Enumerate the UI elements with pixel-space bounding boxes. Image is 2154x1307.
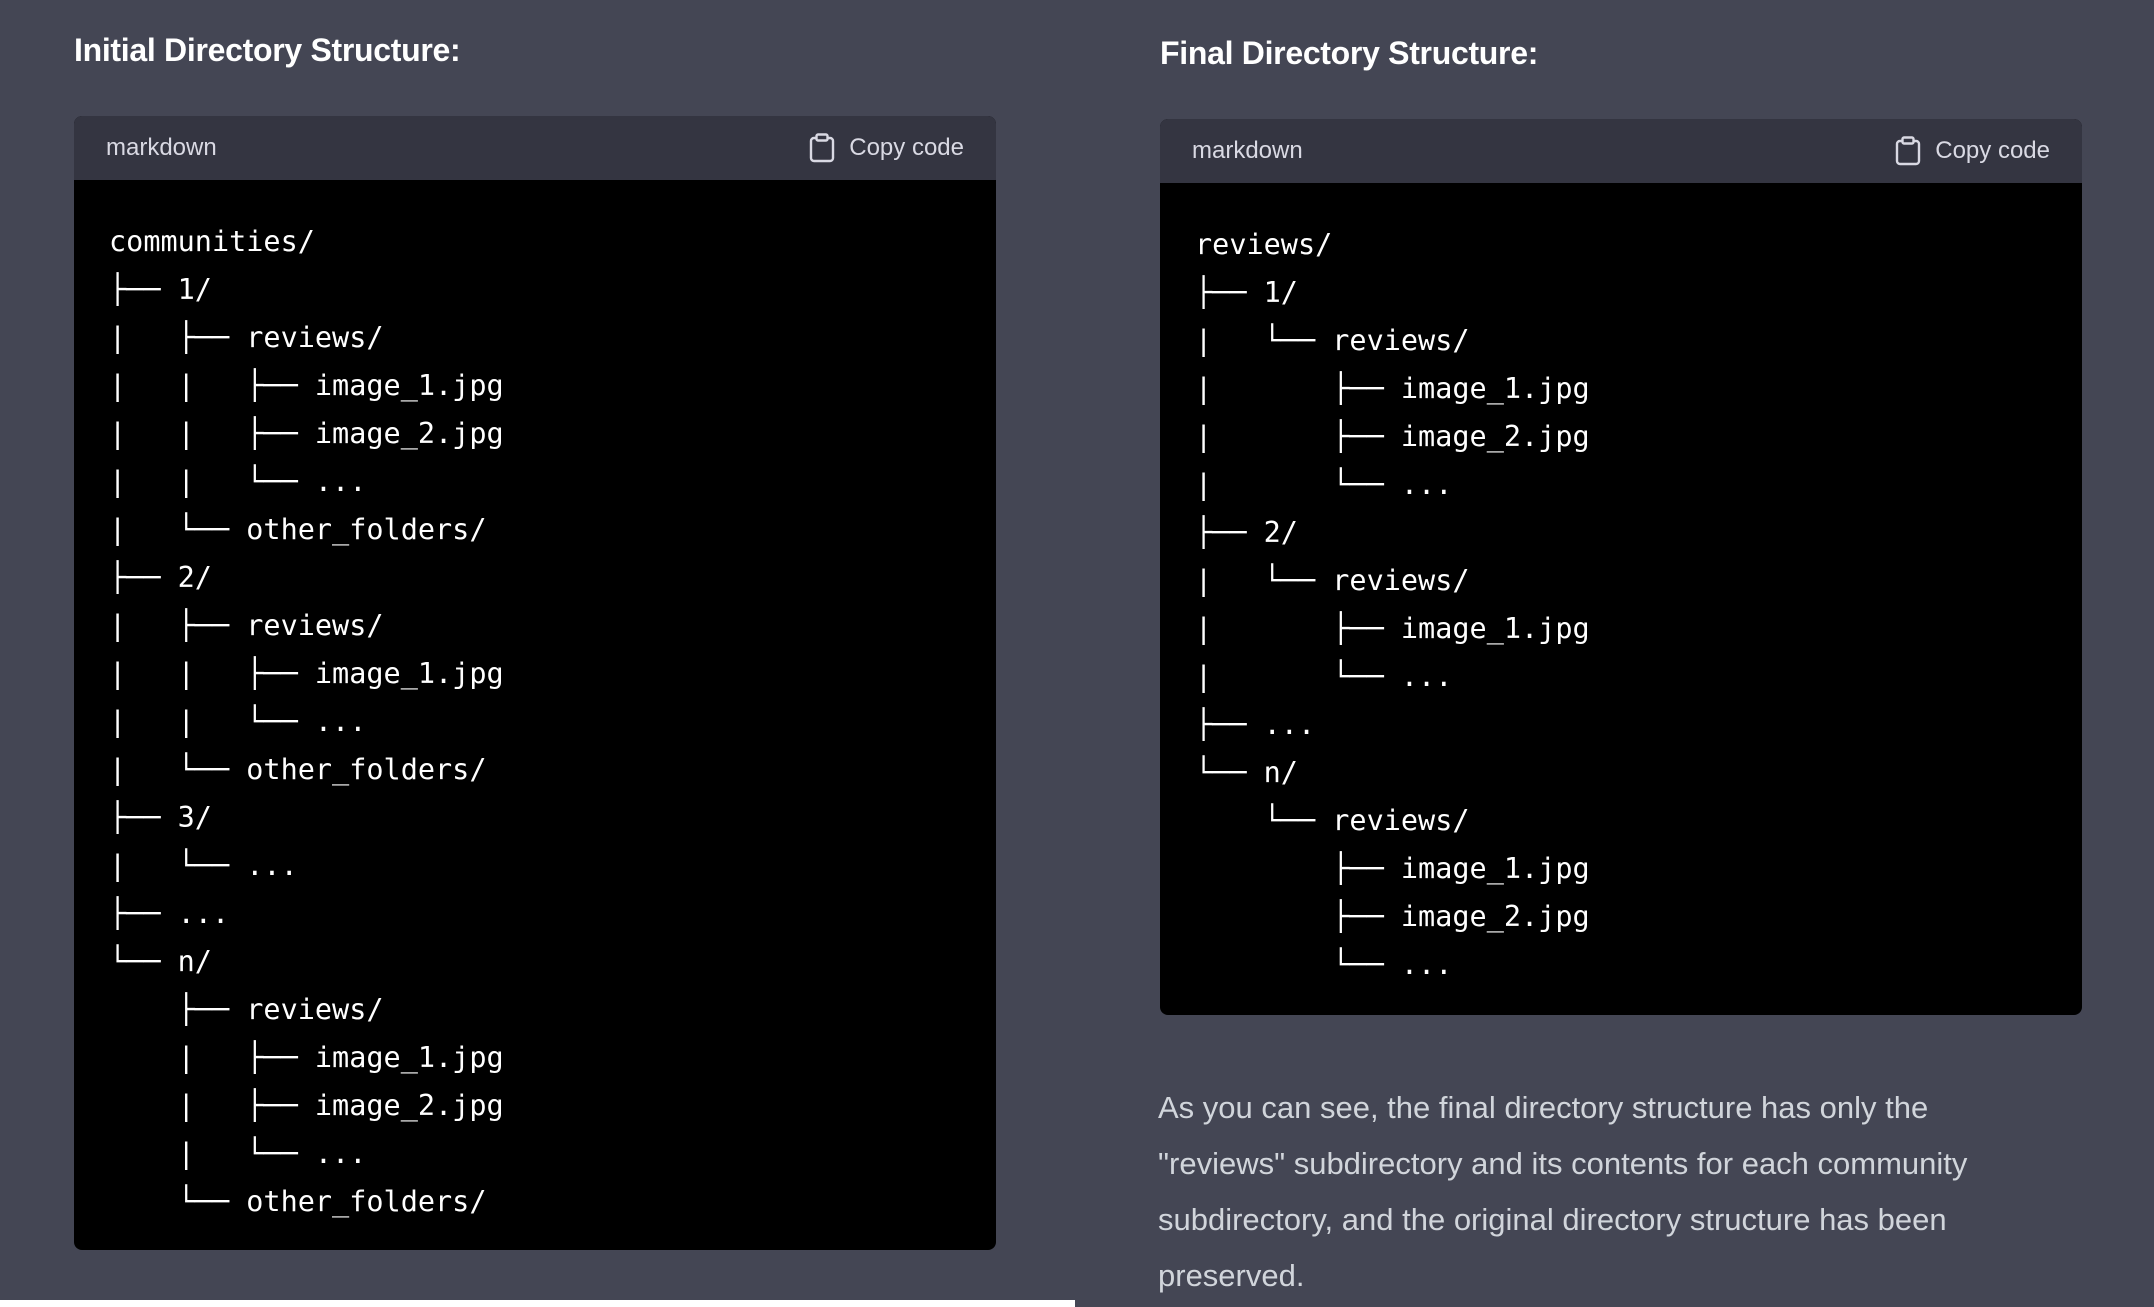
code-line: communities/ [109, 225, 315, 258]
copy-code-label: Copy code [1935, 137, 2050, 164]
code-line: | ├── image_2.jpg [1195, 420, 1590, 453]
code-line: └── n/ [1195, 756, 1298, 789]
code-language-label: markdown [1192, 137, 1303, 164]
code-line: ├── 2/ [1195, 516, 1298, 549]
code-line: | | ├── image_1.jpg [109, 657, 504, 690]
initial-structure-code-block: markdown Copy code communities/ ├── 1/ | ├… [74, 116, 996, 1250]
copy-code-button[interactable]: Copy code [1895, 136, 2050, 166]
code-line: | └── other_folders/ [109, 513, 487, 546]
code-line: | └── reviews/ [1195, 324, 1470, 357]
code-line: | ├── image_1.jpg [109, 1041, 504, 1074]
code-line: ├── 3/ [109, 801, 212, 834]
explanation-paragraph: As you can see, the final directory stru… [1158, 1090, 1968, 1293]
code-line: | ├── image_1.jpg [1195, 612, 1590, 645]
code-line: └── ... [1195, 948, 1453, 981]
code-line: ├── 1/ [1195, 276, 1298, 309]
code-line: | | ├── image_1.jpg [109, 369, 504, 402]
copy-code-button[interactable]: Copy code [809, 133, 964, 163]
code-line: ├── image_2.jpg [1195, 900, 1590, 933]
clipboard-icon [809, 133, 835, 163]
final-structure-code-block: markdown Copy code reviews/ ├── 1/ | └── r… [1160, 119, 2082, 1015]
code-line: ├── 2/ [109, 561, 212, 594]
code-line: | | └── ... [109, 465, 367, 498]
code-block-header: markdown Copy code [1160, 119, 2082, 183]
code-content: communities/ ├── 1/ | ├── reviews/ | | ├── … [74, 180, 996, 1226]
code-line: ├── ... [1195, 708, 1316, 741]
code-content: reviews/ ├── 1/ | └── reviews/ | ├── image_… [1160, 183, 2082, 989]
initial-structure-heading: Initial Directory Structure: [74, 32, 461, 68]
code-line: └── other_folders/ [109, 1185, 487, 1218]
code-line: | | └── ... [109, 705, 367, 738]
code-line: ├── image_1.jpg [1195, 852, 1590, 885]
copy-code-label: Copy code [849, 134, 964, 161]
code-line: └── reviews/ [1195, 804, 1470, 837]
code-line: | ├── image_2.jpg [109, 1089, 504, 1122]
code-line: ├── reviews/ [109, 993, 384, 1026]
code-line: | └── reviews/ [1195, 564, 1470, 597]
code-line: | ├── image_1.jpg [1195, 372, 1590, 405]
code-line: | | ├── image_2.jpg [109, 417, 504, 450]
code-language-label: markdown [106, 134, 217, 161]
code-line: | ├── reviews/ [109, 609, 384, 642]
code-line: | └── ... [109, 1137, 367, 1170]
clipboard-icon [1895, 136, 1921, 166]
code-line: | └── ... [1195, 660, 1453, 693]
code-block-header: markdown Copy code [74, 116, 996, 180]
code-line: reviews/ [1195, 228, 1333, 261]
bottom-divider [0, 1300, 1075, 1307]
code-line: | ├── reviews/ [109, 321, 384, 354]
final-structure-heading: Final Directory Structure: [1160, 35, 1539, 71]
code-line: | └── ... [1195, 468, 1453, 501]
code-line: ├── ... [109, 897, 230, 930]
code-line: | └── other_folders/ [109, 753, 487, 786]
code-line: | └── ... [109, 849, 298, 882]
code-line: ├── 1/ [109, 273, 212, 306]
code-line: └── n/ [109, 945, 212, 978]
